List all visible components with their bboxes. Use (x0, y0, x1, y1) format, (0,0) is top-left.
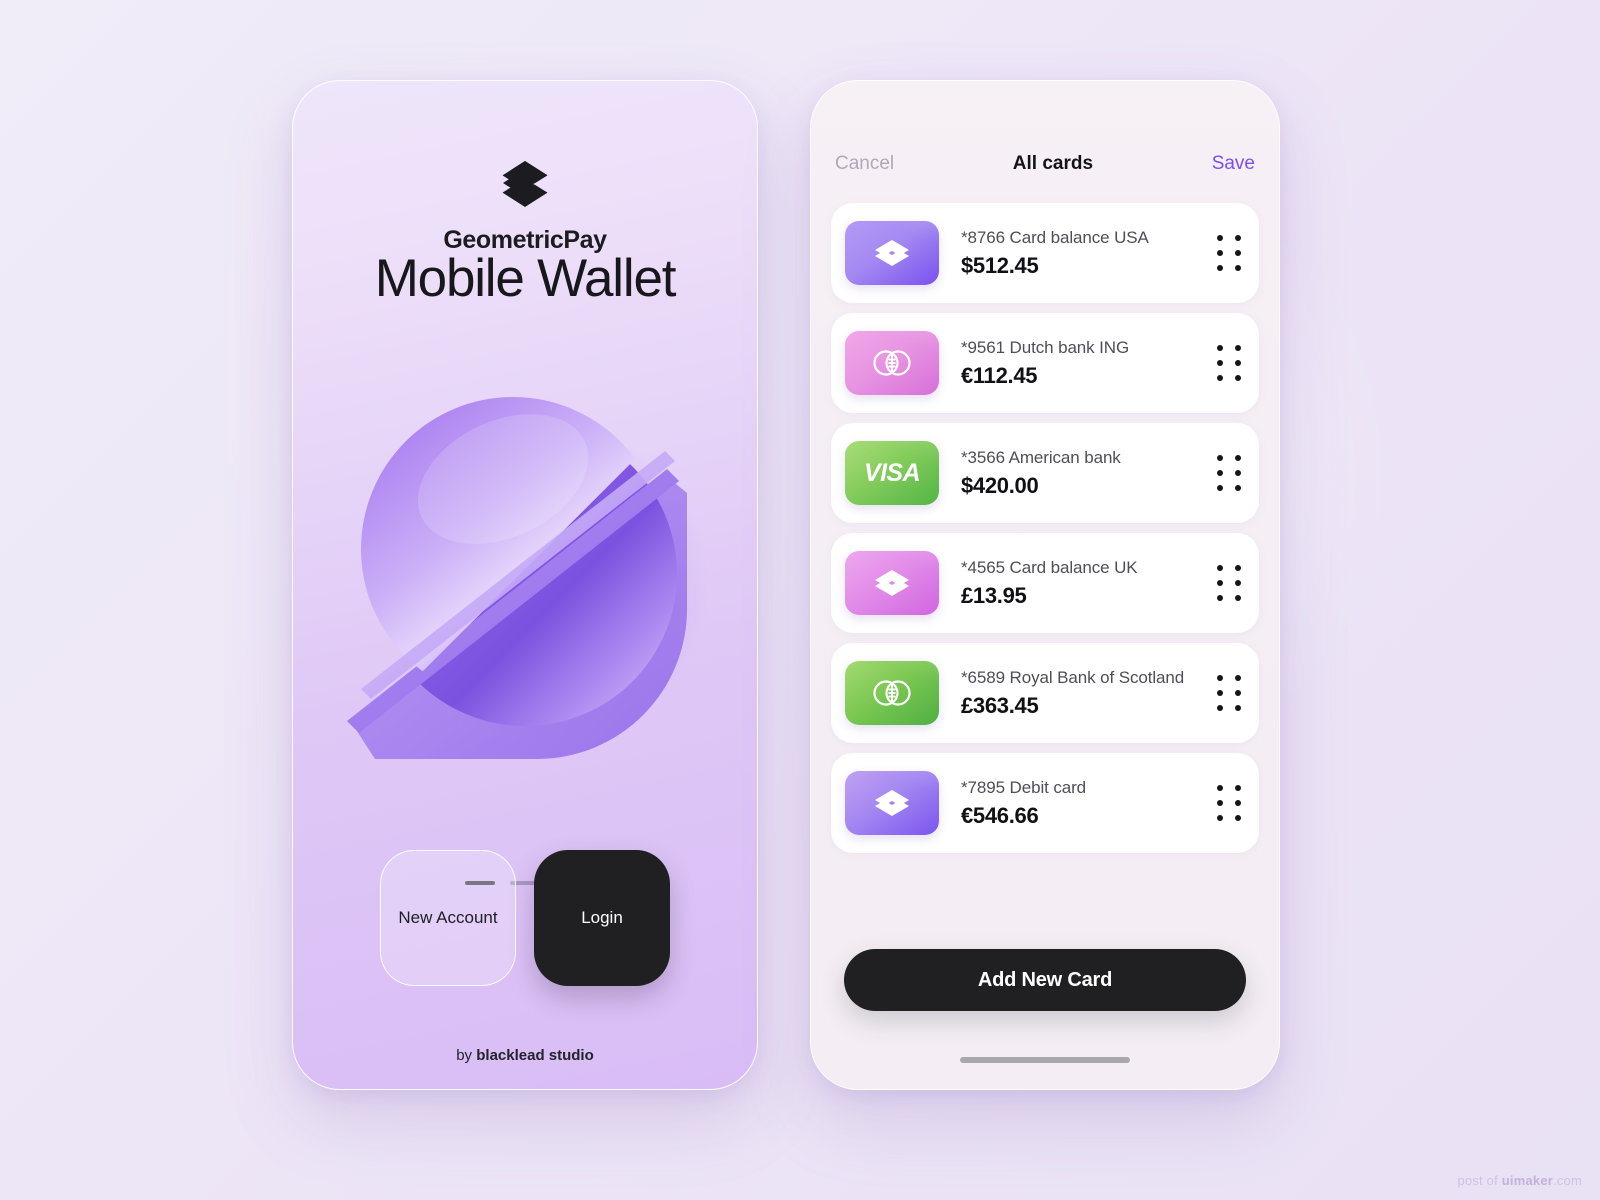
card-amount: €112.45 (961, 362, 1038, 388)
card-thumbnail (845, 771, 939, 835)
card-label: *8766 Card balance USA (961, 227, 1149, 247)
card-list-item[interactable]: *6589 Royal Bank of Scotland £363.45 (831, 643, 1259, 743)
card-options-menu-icon[interactable] (1217, 565, 1243, 601)
footer-credit-studio: blacklead studio (476, 1047, 594, 1064)
card-label: *6589 Royal Bank of Scotland (961, 667, 1185, 687)
card-list: *8766 Card balance USA $512.45 *9561 Dutc… (831, 203, 1259, 863)
card-amount: $420.00 (961, 472, 1039, 498)
split-circle-3d-illustration (335, 359, 715, 759)
geometric-pay-logo-icon (502, 161, 548, 207)
card-text-block: *6589 Royal Bank of Scotland £363.45 (939, 668, 1217, 719)
card-options-menu-icon[interactable] (1217, 675, 1243, 711)
card-list-item[interactable]: *4565 Card balance UK £13.95 (831, 533, 1259, 633)
card-amount: €546.66 (961, 802, 1039, 828)
card-thumbnail: VISA (845, 441, 939, 505)
card-text-block: *7895 Debit card €546.66 (939, 778, 1217, 829)
card-amount: $512.45 (961, 252, 1039, 278)
card-text-block: *9561 Dutch bank ING €112.45 (939, 338, 1217, 389)
phone-screen-onboarding: GeometricPay Mobile Wallet New Account L… (292, 80, 758, 1090)
card-label: *9561 Dutch bank ING (961, 337, 1130, 357)
visa-wordmark-icon: VISA (864, 458, 921, 487)
geometric-logo-icon (875, 570, 909, 596)
new-account-button[interactable]: New Account (380, 850, 516, 986)
card-label: *4565 Card balance UK (961, 557, 1138, 577)
save-button[interactable]: Save (1212, 153, 1255, 175)
geometric-logo-icon (875, 240, 909, 266)
page-title: Mobile Wallet (374, 249, 677, 308)
card-amount: £13.95 (961, 582, 1027, 608)
phone-screen-all-cards: Cancel All cards Save *8766 Card balance… (810, 80, 1280, 1090)
card-list-item[interactable]: *7895 Debit card €546.66 (831, 753, 1259, 853)
card-label: *3566 American bank (961, 447, 1121, 467)
watermark-suffix: .com (1553, 1173, 1582, 1188)
card-options-menu-icon[interactable] (1217, 345, 1243, 381)
card-list-item[interactable]: VISA *3566 American bank $420.00 (831, 423, 1259, 523)
watermark-site: uimaker (1501, 1173, 1554, 1188)
card-text-block: *8766 Card balance USA $512.45 (939, 228, 1217, 279)
login-button[interactable]: Login (534, 850, 670, 986)
card-text-block: *4565 Card balance UK £13.95 (939, 558, 1217, 609)
footer-credit-prefix: by (456, 1047, 477, 1064)
navigation-bar: Cancel All cards Save (811, 143, 1279, 185)
card-options-menu-icon[interactable] (1217, 455, 1243, 491)
watermark: post of uimaker.com (1458, 1173, 1583, 1188)
add-new-card-button[interactable]: Add New Card (844, 949, 1246, 1011)
card-list-item[interactable]: *8766 Card balance USA $512.45 (831, 203, 1259, 303)
card-options-menu-icon[interactable] (1217, 235, 1243, 271)
card-label: *7895 Debit card (961, 777, 1087, 797)
footer-credit: by blacklead studio (293, 1047, 757, 1064)
home-indicator (960, 1057, 1130, 1063)
card-thumbnail (845, 661, 939, 725)
card-thumbnail (845, 551, 939, 615)
watermark-prefix: post of (1457, 1173, 1502, 1188)
card-text-block: *3566 American bank $420.00 (939, 448, 1217, 499)
card-thumbnail (845, 331, 939, 395)
card-thumbnail (845, 221, 939, 285)
card-amount: £363.45 (961, 692, 1039, 718)
screen-title: All cards (1012, 153, 1094, 174)
two-circles-icon (873, 350, 911, 376)
two-circles-icon (873, 680, 911, 706)
brand-block: GeometricPay (293, 159, 757, 255)
geometric-logo-icon (875, 790, 909, 816)
cancel-button[interactable]: Cancel (835, 153, 894, 175)
card-list-item[interactable]: *9561 Dutch bank ING €112.45 (831, 313, 1259, 413)
cta-button-row: New Account Login (293, 850, 757, 986)
card-options-menu-icon[interactable] (1217, 785, 1243, 821)
